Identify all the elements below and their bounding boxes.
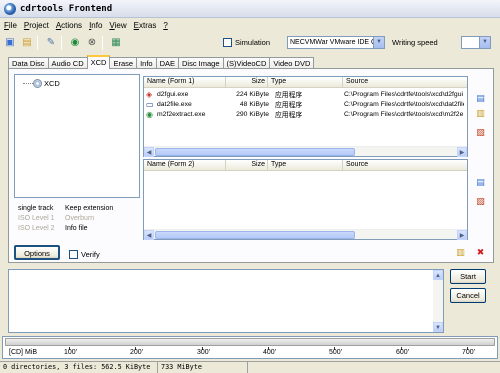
cd-icon [33, 79, 42, 88]
add-file-form2-icon[interactable]: ▤ [475, 177, 486, 188]
list-header: Name (Form 2) Size Type Source [144, 160, 467, 171]
log-icon[interactable]: ▦ [109, 36, 123, 50]
disc-info-summary: single track Keep extension ISO Level 1 Ov… [18, 204, 113, 234]
column-source[interactable]: Source [343, 77, 467, 87]
drive-select[interactable]: NECVMWar VMware IDE CD ▼ [287, 36, 385, 49]
scroll-down-icon[interactable]: ▼ [433, 322, 443, 332]
vertical-scrollbar[interactable]: ▲ ▼ [433, 270, 443, 332]
ruler-unit: [CD] MiB [9, 349, 37, 356]
toolbar-separator [37, 36, 38, 50]
scroll-left-icon[interactable]: ◀ [144, 147, 154, 157]
verify-checkbox[interactable] [69, 250, 78, 259]
column-type[interactable]: Type [268, 160, 343, 170]
horizontal-scrollbar[interactable]: ◀ ▶ [144, 146, 467, 157]
delete-icon[interactable]: ✖ [475, 247, 486, 258]
remove-form1-icon[interactable]: ▧ [475, 127, 486, 138]
status-capacity: 733 MiByte [158, 362, 248, 373]
exe-icon: ◉ [146, 109, 153, 119]
cancel-button[interactable]: Cancel [450, 288, 486, 303]
scroll-up-icon[interactable]: ▲ [433, 270, 443, 280]
capacity-bar [5, 338, 495, 346]
horizontal-scrollbar[interactable]: ◀ ▶ [144, 229, 467, 240]
window-title: cdrtools Frontend [20, 3, 113, 14]
menu-view[interactable]: View [109, 21, 126, 30]
info-track-mode: single track [18, 205, 54, 212]
menu-bar: File Project Actions Info View Extras ? [0, 19, 500, 32]
writing-speed-select[interactable]: ▼ [461, 36, 491, 49]
abort-icon[interactable]: ⊗ [85, 36, 99, 50]
remove-form2-icon[interactable]: ▧ [475, 196, 486, 207]
info-iso-level-1: ISO Level 1 [18, 215, 55, 222]
scrollbar-thumb[interactable] [155, 231, 355, 239]
ruler-tick-label: 700' [462, 349, 476, 356]
add-file-form1-icon[interactable]: ▤ [475, 93, 486, 104]
new-folder-icon[interactable]: ▥ [455, 247, 466, 258]
list-item[interactable]: ▭ dat2file.exe 48 KiByte 应用程序 C:\Program… [146, 99, 464, 110]
form1-file-list[interactable]: Name (Form 1) Size Type Source ◈ d2fgui.… [143, 76, 468, 157]
new-project-icon[interactable]: ▣ [3, 36, 17, 50]
start-button[interactable]: Start [450, 269, 486, 284]
column-size[interactable]: Size [226, 160, 268, 170]
list-header: Name (Form 1) Size Type Source [144, 77, 467, 88]
menu-info[interactable]: Info [89, 21, 102, 30]
column-size[interactable]: Size [226, 77, 268, 87]
menu-file[interactable]: File [4, 21, 17, 30]
folder-tree[interactable]: XCD [14, 74, 140, 198]
writing-speed-label: Writing speed [392, 38, 438, 47]
ruler-tick-label: 500' [329, 349, 343, 356]
info-info-file: Info file [65, 225, 88, 232]
column-name[interactable]: Name (Form 1) [144, 77, 226, 87]
column-type[interactable]: Type [268, 77, 343, 87]
open-project-icon[interactable]: ▤ [20, 36, 34, 50]
tab-xcd[interactable]: XCD [86, 55, 111, 69]
info-iso-level-2: ISO Level 2 [18, 225, 55, 232]
burn-icon[interactable]: ◉ [68, 36, 82, 50]
ruler-tick-label: 600' [396, 349, 410, 356]
exe-icon: ◈ [146, 89, 153, 99]
column-name[interactable]: Name (Form 2) [144, 160, 226, 170]
settings-wrench-icon[interactable]: ✎ [44, 36, 58, 50]
output-log[interactable]: ▲ ▼ [8, 269, 444, 333]
ruler-tick-label: 200' [130, 349, 144, 356]
scroll-right-icon[interactable]: ▶ [457, 147, 467, 157]
add-folder-form1-icon[interactable]: ▥ [475, 108, 486, 119]
toolbar-separator [61, 36, 62, 50]
tree-item-label: XCD [44, 79, 60, 88]
menu-project[interactable]: Project [24, 21, 49, 30]
list-item[interactable]: ◈ d2fgui.exe 224 KiByte 应用程序 C:\Program … [146, 89, 464, 100]
status-bar: 0 directories, 3 files: 562.5 KiByte 733… [0, 361, 500, 373]
menu-actions[interactable]: Actions [56, 21, 82, 30]
simulation-checkbox[interactable] [223, 38, 232, 47]
title-bar: cdrtools Frontend [0, 0, 500, 18]
form2-file-list[interactable]: Name (Form 2) Size Type Source ◀ ▶ [143, 159, 468, 240]
capacity-ruler: [CD] MiB 100' 200' 300' 400' 500' 600' 7… [2, 336, 498, 359]
status-summary: 0 directories, 3 files: 562.5 KiByte [0, 362, 158, 373]
list-item[interactable]: ◉ m2f2extract.exe 290 KiByte 应用程序 C:\Pro… [146, 109, 464, 120]
ruler-tick-label: 400' [263, 349, 277, 356]
tree-item-xcd[interactable]: XCD [19, 79, 60, 88]
simulation-label: Simulation [235, 38, 271, 47]
ruler-tick-label: 100' [64, 349, 78, 356]
scroll-left-icon[interactable]: ◀ [144, 230, 154, 240]
ruler-tick-label: 300' [197, 349, 211, 356]
menu-extras[interactable]: Extras [134, 21, 157, 30]
verify-label: Verify [81, 250, 100, 259]
toolbar-separator [102, 36, 103, 50]
exe-icon: ▭ [146, 99, 154, 109]
app-icon [4, 2, 16, 15]
scroll-right-icon[interactable]: ▶ [457, 230, 467, 240]
chevron-down-icon: ▼ [373, 37, 384, 48]
options-button[interactable]: Options [14, 245, 60, 260]
scrollbar-thumb[interactable] [155, 148, 355, 156]
menu-help[interactable]: ? [163, 21, 167, 30]
info-overburn: Overburn [65, 215, 95, 222]
chevron-down-icon: ▼ [479, 37, 490, 48]
column-source[interactable]: Source [343, 160, 467, 170]
info-keep-extension: Keep extension [65, 205, 114, 212]
